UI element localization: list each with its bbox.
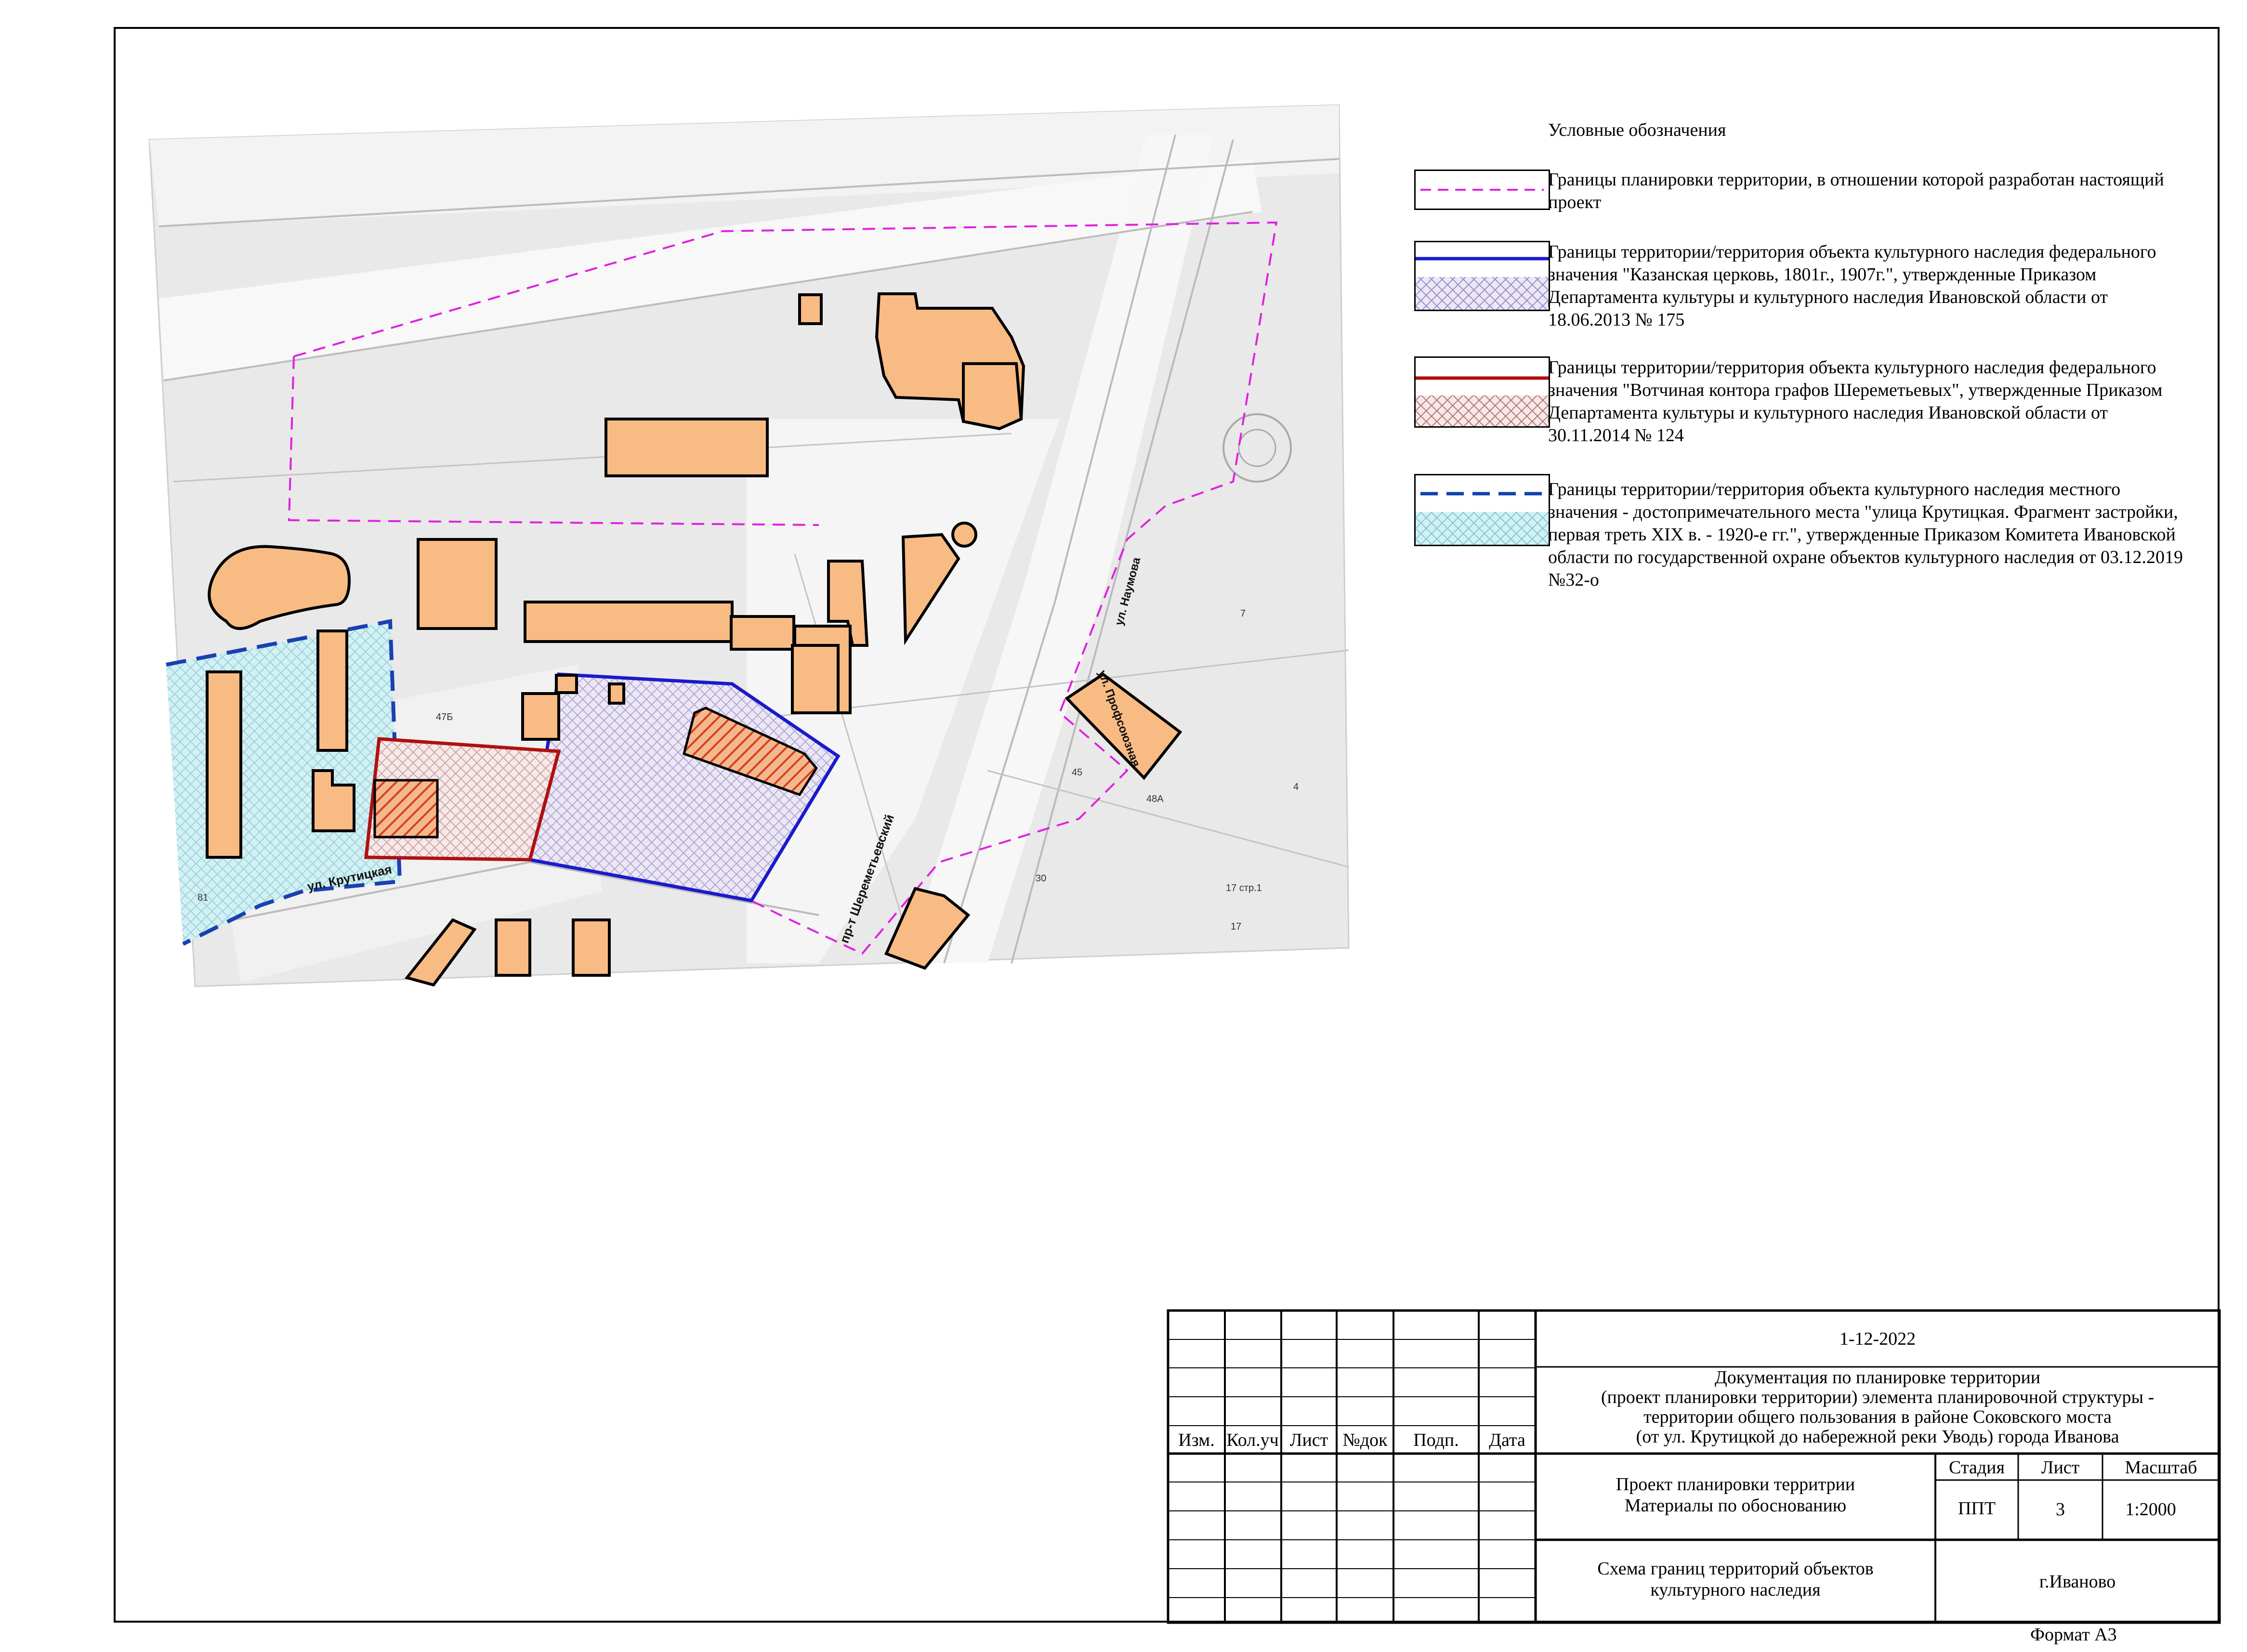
drawing-name-line-1: Схема границ территорий объектов	[1597, 1559, 1874, 1579]
document-title-line-1: Документация по планировке территории	[1714, 1367, 2041, 1388]
city-name: г.Иваново	[2039, 1572, 2116, 1592]
stage-header: Стадия	[1949, 1457, 2005, 1478]
column-header-change: Изм.	[1178, 1430, 1215, 1450]
stage-value: ППТ	[1958, 1498, 1996, 1519]
drawing-name: Схема границ территорий объектов культур…	[1536, 1558, 1935, 1600]
scale-header: Масштаб	[2125, 1457, 2197, 1478]
scale-value: 1:2000	[2125, 1499, 2176, 1520]
column-header-count: Кол.уч	[1226, 1430, 1279, 1450]
document-title-line-4: (от ул. Крутицкой до набережной реки Уво…	[1636, 1427, 2119, 1447]
column-header-docnum: №док	[1342, 1430, 1388, 1450]
document-code: 1-12-2022	[1839, 1329, 1916, 1349]
project-name-line-2: Материалы по обоснованию	[1624, 1495, 1847, 1516]
column-header-signature: Подп.	[1413, 1430, 1459, 1450]
column-header-date: Дата	[1489, 1430, 1525, 1450]
document-title-line-3: территории общего пользования в районе С…	[1643, 1407, 2112, 1427]
format-label: Формат А3	[2030, 1625, 2117, 1645]
document-title-line-2: (проект планировки территории) элемента …	[1601, 1387, 2155, 1407]
project-name: Проект планировки территрии Материалы по…	[1536, 1474, 1935, 1516]
document-title: Документация по планировке территории (п…	[1536, 1368, 2220, 1447]
project-name-line-1: Проект планировки территрии	[1616, 1474, 1855, 1495]
sheet-header: Лист	[2041, 1457, 2080, 1478]
sheet-value: 3	[2056, 1499, 2065, 1520]
column-header-sheet: Лист	[1289, 1430, 1328, 1450]
drawing-name-line-2: культурного наследия	[1650, 1580, 1821, 1600]
